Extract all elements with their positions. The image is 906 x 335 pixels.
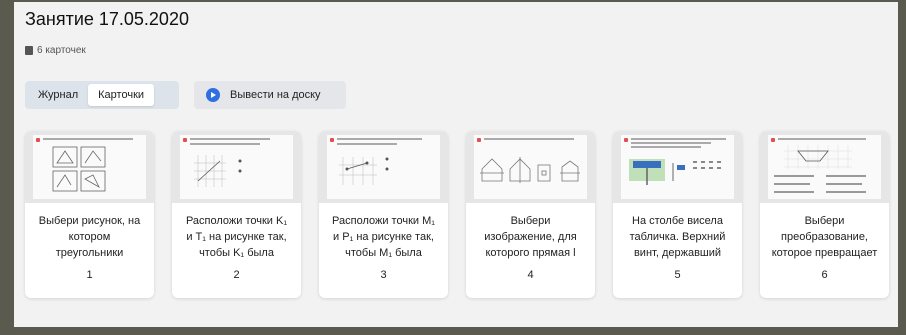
transformation-grid-icon: [774, 145, 866, 193]
play-icon: [206, 88, 220, 102]
card-thumbnail: [319, 131, 448, 203]
card-number: 5: [674, 269, 681, 281]
card-5[interactable]: На столбе висела табличка. Верхний винт, д…: [613, 131, 742, 298]
card-thumbnail: [613, 131, 742, 203]
points-plot-icon: [339, 157, 389, 185]
card-count: 6 карточек: [25, 45, 86, 56]
card-text: Выбери рисунок, на котором треугольники: [38, 215, 141, 259]
card-3[interactable]: Расположи точки M₁ и P₁ на рисунке так, чт…: [319, 131, 448, 298]
card-text: На столбе висела табличка. Верхний винт, д…: [629, 215, 726, 259]
show-on-board-button[interactable]: Вывести на доску: [194, 81, 346, 109]
triangles-grid-icon: [52, 146, 106, 192]
card-text: Расположи точки M₁ и P₁ на рисунке так, чт…: [332, 215, 435, 259]
signpost-icon: [629, 159, 721, 185]
main-panel: Занятие 17.05.2020 6 карточек Журнал Кар…: [14, 2, 898, 327]
tab-cards[interactable]: Карточки: [88, 84, 155, 106]
card-number: 2: [233, 269, 240, 281]
view-switcher: Журнал Карточки: [25, 81, 179, 109]
houses-icon: [480, 157, 580, 183]
points-plot-icon: [194, 155, 242, 187]
card-thumbnail: [466, 131, 595, 203]
card-number: 3: [380, 269, 387, 281]
page-title: Занятие 17.05.2020: [25, 9, 189, 29]
card-count-label: 6 карточек: [37, 45, 86, 56]
cards-icon: [25, 46, 33, 55]
tab-journal[interactable]: Журнал: [28, 84, 88, 106]
card-thumbnail: [172, 131, 301, 203]
card-2[interactable]: Расположи точки K₁ и T₁ на рисунке так, чт…: [172, 131, 301, 298]
card-number: 1: [86, 269, 93, 281]
card-thumbnail: [760, 131, 889, 203]
card-text: Выбери изображение, для которого прямая l: [484, 215, 577, 259]
card-thumbnail: [25, 131, 154, 203]
card-number: 4: [527, 269, 534, 281]
card-number: 6: [821, 269, 828, 281]
card-6[interactable]: Выбери преобразование, которое превращает …: [760, 131, 889, 298]
card-1[interactable]: Выбери рисунок, на котором треугольники 1: [25, 131, 154, 298]
card-4[interactable]: Выбери изображение, для которого прямая l …: [466, 131, 595, 298]
show-on-board-label: Вывести на доску: [230, 89, 321, 101]
card-text: Расположи точки K₁ и T₁ на рисунке так, чт…: [185, 215, 288, 259]
card-text: Выбери преобразование, которое превращает: [771, 215, 878, 259]
